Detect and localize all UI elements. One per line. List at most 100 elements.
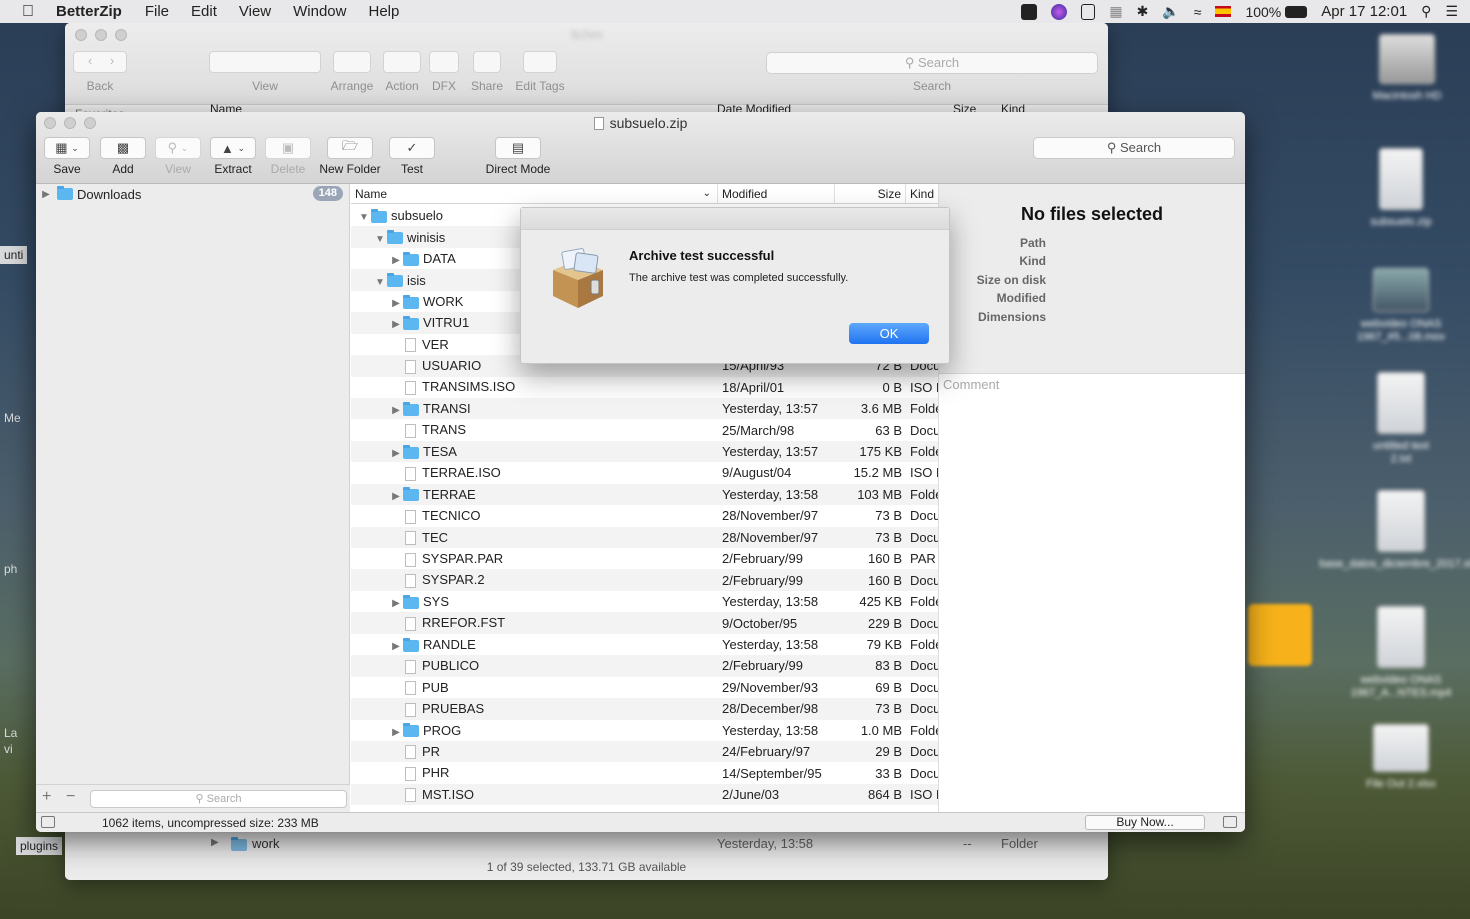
apple-menu-icon[interactable]: : [0, 3, 56, 21]
disclosure-triangle-icon[interactable]: ▼: [373, 234, 387, 245]
table-row[interactable]: PR 24/February/97 29 B Docu: [351, 740, 938, 763]
buy-now-button[interactable]: Buy Now...: [1085, 815, 1205, 830]
desktop-icon-xlsx[interactable]: base_datos_diciembre_2017.xlsx: [1319, 490, 1470, 571]
table-row[interactable]: PUBLICO 2/February/99 83 B Docu: [351, 655, 938, 677]
table-row[interactable]: ▶ RANDLE Yesterday, 13:58 79 KB Folde: [351, 634, 938, 655]
table-row[interactable]: TECNICO 28/November/97 73 B Docu: [351, 505, 938, 526]
share-button[interactable]: [473, 51, 501, 73]
desktop-icon-video2[interactable]: webvideo ONAS 1967_A...NTES.mp4: [1351, 606, 1451, 700]
finder-search-input[interactable]: ⚲ Search: [766, 52, 1098, 74]
menu-file[interactable]: File: [134, 3, 180, 20]
table-row[interactable]: TERRAE.ISO 9/August/04 15.2 MB ISO D: [351, 462, 938, 483]
clipboard-icon[interactable]: [1081, 3, 1096, 20]
table-row[interactable]: ▶ TRANSI Yesterday, 13:57 3.6 MB Folde: [351, 397, 938, 420]
disclosure-triangle-icon[interactable]: ▶: [211, 837, 219, 848]
bluetooth-icon[interactable]: ✱: [1137, 3, 1149, 20]
table-row[interactable]: ▶ TESA Yesterday, 13:57 175 KB Folde: [351, 440, 938, 463]
view-buttons[interactable]: [209, 51, 321, 73]
arrange-button[interactable]: [333, 51, 371, 73]
column-kind[interactable]: Kind: [906, 184, 938, 203]
disclosure-triangle-icon[interactable]: ▶: [389, 727, 403, 738]
menu-app-name[interactable]: BetterZip: [56, 3, 134, 20]
disclosure-triangle-icon[interactable]: ▶: [389, 255, 403, 266]
menu-help[interactable]: Help: [357, 3, 410, 20]
add-button[interactable]: ▩: [100, 137, 146, 159]
table-row[interactable]: TEC 28/November/97 73 B Docu: [351, 526, 938, 548]
finder-row[interactable]: ▶ work Yesterday, 13:58 -- Folder: [65, 833, 1108, 855]
cell-name: ▶ PROG: [351, 723, 718, 738]
disclosure-triangle-icon[interactable]: ▶: [389, 319, 403, 330]
siri-icon[interactable]: [1051, 3, 1068, 20]
table-row[interactable]: MST.ISO 2/June/03 864 B ISO D: [351, 783, 938, 806]
desktop-icon-text[interactable]: untitled text 2.txt: [1366, 372, 1436, 466]
comment-field[interactable]: Comment: [943, 377, 999, 392]
folder-icon: [403, 294, 419, 309]
desktop-icon-xlsx2[interactable]: File Out 2.xlsx: [1366, 724, 1436, 791]
menu-edit[interactable]: Edit: [180, 3, 228, 20]
notification-center-icon[interactable]: ☰: [1445, 3, 1458, 20]
delete-label: Delete: [270, 162, 306, 176]
delete-button[interactable]: ▣: [265, 137, 311, 159]
disclosure-triangle-icon[interactable]: ▶: [389, 405, 403, 416]
table-row[interactable]: TRANSIMS.ISO 18/April/01 0 B ISO D: [351, 377, 938, 398]
direct-mode-button[interactable]: ▤: [495, 137, 541, 159]
main-search-input[interactable]: ⚲ Search: [1033, 137, 1235, 159]
extract-button[interactable]: ▲ ⌄: [210, 137, 256, 159]
table-row[interactable]: ▶ SYS Yesterday, 13:58 425 KB Folde: [351, 591, 938, 612]
column-name[interactable]: Name ⌄: [351, 184, 718, 203]
toggle-sidebar-icon[interactable]: [41, 816, 55, 828]
sidebar-search-input[interactable]: ⚲ Search: [90, 790, 347, 808]
test-button[interactable]: ✓: [389, 137, 435, 159]
dfx-button[interactable]: [429, 51, 459, 73]
plus-icon[interactable]: +: [42, 788, 51, 806]
disclosure-triangle-icon[interactable]: ▶: [389, 641, 403, 652]
desktop-icon-hd[interactable]: Macintosh HD: [1372, 34, 1442, 103]
wifi-icon[interactable]: ≈: [1194, 4, 1202, 20]
save-button[interactable]: ▦ ⌄: [44, 137, 90, 159]
list-header: Name ⌄ Modified Size Kind: [351, 184, 938, 204]
new-folder-button[interactable]: 🗁: [327, 137, 373, 159]
flag-icon[interactable]: [1215, 6, 1232, 17]
volume-icon[interactable]: 🔈: [1162, 3, 1179, 20]
table-row[interactable]: ▶ TERRAE Yesterday, 13:58 103 MB Folde: [351, 483, 938, 506]
disclosure-triangle-icon[interactable]: ▶: [389, 298, 403, 309]
table-row[interactable]: ▶ PROG Yesterday, 13:58 1.0 MB Folde: [351, 720, 938, 741]
desktop-icon-zip[interactable]: subsuelo.zip: [1366, 148, 1436, 229]
status-app-icon[interactable]: [1021, 3, 1038, 20]
action-button[interactable]: [383, 51, 421, 73]
back-forward-buttons[interactable]: ‹ ›: [73, 51, 127, 73]
column-modified[interactable]: Modified: [718, 184, 835, 203]
table-row[interactable]: SYSPAR.2 2/February/99 160 B Docu: [351, 569, 938, 591]
yellow-drive-icon[interactable]: [1248, 604, 1312, 666]
battery-text[interactable]: 100%: [1245, 4, 1281, 20]
cell-size: 1.0 MB: [860, 722, 902, 738]
sidebar-item-downloads[interactable]: ▶ Downloads 148: [36, 184, 350, 204]
spotlight-icon[interactable]: ⚲: [1421, 3, 1431, 20]
document-icon: [405, 745, 416, 760]
minus-icon[interactable]: −: [66, 788, 75, 806]
table-row[interactable]: SYSPAR.PAR 2/February/99 160 B PAR: [351, 548, 938, 569]
menu-window[interactable]: Window: [282, 3, 357, 20]
battery-icon[interactable]: [1285, 5, 1308, 18]
grid-icon[interactable]: ▦: [1109, 3, 1122, 20]
disclosure-triangle-icon[interactable]: ▼: [357, 212, 371, 223]
table-row[interactable]: PUB 29/November/93 69 B Docu: [351, 677, 938, 698]
table-row[interactable]: PHR 14/September/95 33 B Docu: [351, 762, 938, 783]
column-size[interactable]: Size: [835, 184, 906, 203]
menu-view[interactable]: View: [228, 3, 282, 20]
edit-tags-button[interactable]: [523, 51, 557, 73]
disclosure-triangle-icon[interactable]: ▶: [39, 189, 53, 200]
disclosure-triangle-icon[interactable]: ▶: [389, 491, 403, 502]
view-button[interactable]: ⚲ ⌄: [155, 137, 201, 159]
disclosure-triangle-icon[interactable]: ▶: [389, 448, 403, 459]
desktop-icon-video1[interactable]: webvideo ONAS 1967_#5...08.mov: [1357, 268, 1445, 344]
table-row[interactable]: RREFOR.FST 9/October/95 229 B Docu: [351, 612, 938, 634]
disclosure-triangle-icon[interactable]: ▶: [389, 598, 403, 609]
table-row[interactable]: TRANS 25/March/98 63 B Docu: [351, 419, 938, 440]
table-row[interactable]: PRUEBAS 28/December/98 73 B Docu: [351, 698, 938, 720]
toggle-info-panel-icon[interactable]: [1223, 816, 1237, 828]
action-label: Action: [385, 79, 419, 93]
clock[interactable]: Apr 17 12:01: [1321, 3, 1407, 20]
ok-button[interactable]: OK: [849, 323, 929, 344]
disclosure-triangle-icon[interactable]: ▼: [373, 277, 387, 288]
